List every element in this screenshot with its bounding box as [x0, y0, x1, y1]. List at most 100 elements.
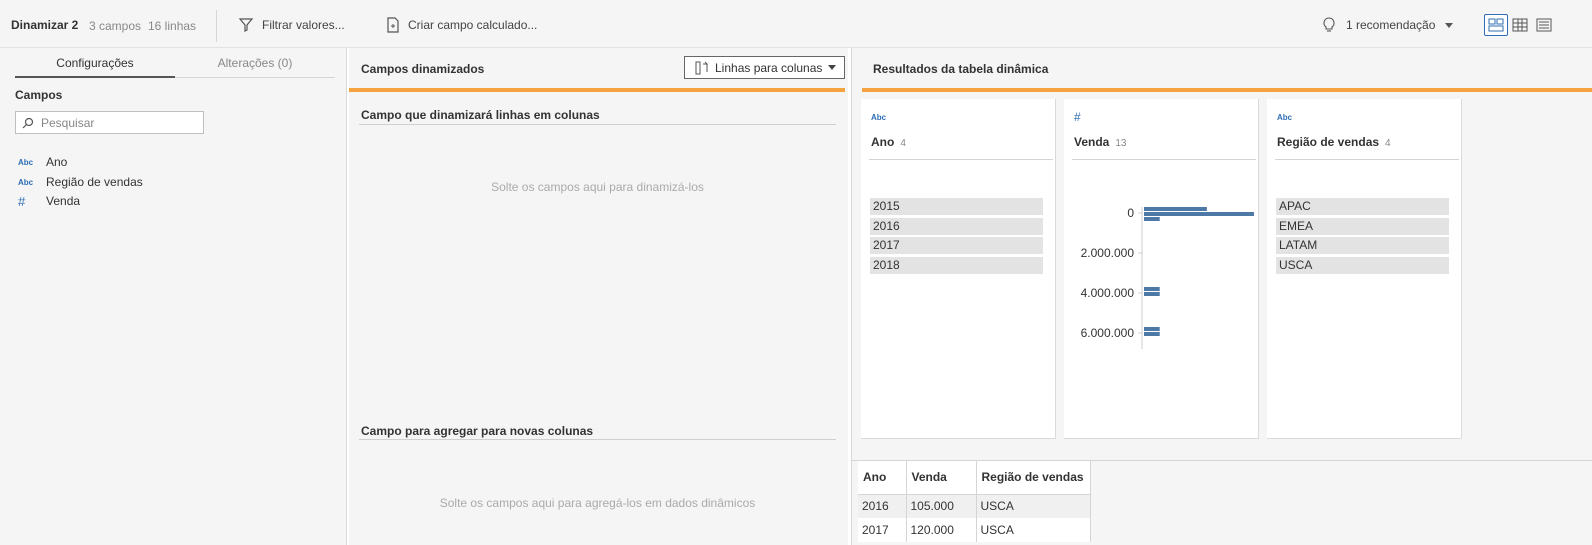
- field-name: Venda: [46, 194, 81, 208]
- toolbar-divider: [216, 10, 217, 42]
- table-cell: USCA: [976, 518, 1091, 542]
- pivot-mode-label: Linhas para colunas: [715, 60, 823, 75]
- view-switcher: [1484, 14, 1556, 36]
- histogram-bar[interactable]: [1144, 327, 1160, 331]
- profile-card-venda[interactable]: # Venda 13 0 2.000.000 4.000.000 6.000.000: [1064, 99, 1259, 439]
- search-input[interactable]: Pesquisar: [15, 111, 204, 134]
- table-row[interactable]: 2017 120.000 USCA: [858, 518, 1091, 542]
- card-divider: [1275, 159, 1459, 160]
- field-name: Região de vendas: [46, 175, 143, 189]
- string-type-icon: Abc: [18, 157, 34, 167]
- list-view-button[interactable]: [1532, 14, 1556, 36]
- table-cell: 120.000: [906, 518, 977, 542]
- pivoted-fields-pane: Campos dinamizados Linhas para colunas C…: [349, 48, 848, 545]
- settings-tabs: Configurações Alterações (0): [15, 54, 335, 78]
- field-item-ano[interactable]: Abc Ano: [18, 153, 67, 171]
- column-header[interactable]: Ano: [858, 461, 907, 495]
- histogram-tick-label: 0: [1127, 206, 1134, 220]
- value-item[interactable]: EMEA: [1276, 218, 1449, 235]
- histogram-tick-label: 2.000.000: [1081, 246, 1135, 260]
- histogram-bar[interactable]: [1144, 332, 1160, 336]
- column-header[interactable]: Região de vendas: [976, 461, 1091, 495]
- histogram-tick-label: 4.000.000: [1081, 286, 1135, 300]
- card-field-name: Região de vendas 4: [1277, 135, 1391, 149]
- step-title: Dinamizar 2: [11, 18, 79, 32]
- card-view-button[interactable]: [1484, 14, 1508, 36]
- aggregate-zone-title: Campo para agregar para novas colunas: [361, 424, 594, 438]
- filter-icon: [238, 18, 254, 32]
- list-view-icon: [1536, 18, 1552, 32]
- field-item-regiao[interactable]: Abc Região de vendas: [18, 173, 143, 191]
- recommendation-dropdown[interactable]: 1 recomendação: [1322, 12, 1454, 38]
- recommendation-label: 1 recomendação: [1346, 18, 1436, 32]
- card-divider: [869, 159, 1053, 160]
- pivot-icon: [695, 61, 709, 74]
- table-cell: USCA: [976, 494, 1091, 518]
- card-name-text: Venda: [1074, 135, 1110, 149]
- settings-pane: Configurações Alterações (0) Campos Pesq…: [0, 48, 347, 545]
- field-item-venda[interactable]: # Venda: [18, 192, 80, 210]
- filter-values-label: Filtrar valores...: [262, 18, 345, 32]
- table-view-button[interactable]: [1508, 14, 1532, 36]
- create-calculated-field-label: Criar campo calculado...: [408, 18, 538, 32]
- profile-card-ano[interactable]: Abc Ano 4 2015 2016 2017 2018: [861, 99, 1056, 439]
- value-item[interactable]: LATAM: [1276, 237, 1449, 254]
- tab-changes[interactable]: Alterações (0): [175, 56, 335, 70]
- table-cell: 2017: [858, 518, 907, 542]
- sales-histogram: 0 2.000.000 4.000.000 6.000.000: [1081, 206, 1254, 349]
- fields-heading: Campos: [15, 88, 63, 102]
- card-name-text: Região de vendas: [1277, 135, 1380, 149]
- data-grid-header: Ano Venda Região de vendas: [858, 461, 1091, 495]
- histogram-bar[interactable]: [1144, 207, 1207, 211]
- column-header[interactable]: Venda: [906, 461, 977, 495]
- pivot-zone-title: Campo que dinamizará linhas em colunas: [361, 108, 600, 122]
- lightbulb-icon: [1323, 17, 1335, 32]
- histogram-tick-label: 6.000.000: [1081, 326, 1135, 340]
- fields-count: 3 campos: [89, 19, 142, 33]
- string-type-icon: Abc: [1277, 113, 1293, 122]
- toolbar: Dinamizar 2 3 campos 16 linhas Filtrar v…: [0, 0, 1592, 48]
- active-tab-indicator: [15, 76, 175, 78]
- value-item[interactable]: 2017: [870, 237, 1043, 254]
- field-name: Ano: [46, 155, 68, 169]
- card-field-name: Venda 13: [1074, 135, 1126, 149]
- number-type-icon: #: [18, 193, 26, 209]
- card-count: 13: [1115, 138, 1127, 149]
- histogram-bar[interactable]: [1144, 292, 1160, 296]
- histogram-bar[interactable]: [1144, 217, 1160, 221]
- string-type-icon: Abc: [871, 113, 887, 122]
- calculated-field-icon: [387, 17, 399, 33]
- table-view-icon: [1512, 18, 1528, 32]
- filter-values-button[interactable]: Filtrar valores...: [238, 12, 345, 38]
- search-icon: [22, 117, 34, 128]
- pivot-mode-dropdown[interactable]: Linhas para colunas: [684, 56, 845, 79]
- search-placeholder: Pesquisar: [41, 115, 95, 130]
- table-row[interactable]: 2016 105.000 USCA: [858, 494, 1091, 518]
- pane-accent-bar: [862, 88, 1592, 92]
- profile-card-regiao[interactable]: Abc Região de vendas 4 APAC EMEA LATAM US…: [1267, 99, 1462, 439]
- table-cell: 2016: [858, 494, 907, 518]
- histogram-bar[interactable]: [1144, 212, 1254, 216]
- pivot-drop-zone[interactable]: Solte os campos aqui para dinamizá-los: [359, 180, 836, 194]
- chevron-down-icon: [828, 65, 837, 70]
- value-item[interactable]: APAC: [1276, 198, 1449, 215]
- card-count: 4: [900, 138, 906, 149]
- rows-count: 16 linhas: [148, 19, 197, 33]
- value-item[interactable]: 2018: [870, 257, 1043, 274]
- histogram-bar[interactable]: [1144, 287, 1160, 291]
- value-item[interactable]: 2015: [870, 198, 1043, 215]
- tab-settings[interactable]: Configurações: [15, 56, 175, 70]
- card-view-icon: [1488, 18, 1504, 32]
- pivoted-fields-title: Campos dinamizados: [361, 62, 485, 76]
- pivot-results-title: Resultados da tabela dinâmica: [873, 62, 1049, 76]
- value-item[interactable]: USCA: [1276, 257, 1449, 274]
- card-field-name: Ano 4: [871, 135, 906, 149]
- aggregate-drop-zone[interactable]: Solte os campos aqui para agregá-los em …: [359, 496, 836, 510]
- pane-accent-bar: [349, 88, 845, 92]
- zone-divider: [359, 124, 836, 125]
- chevron-down-icon: [1445, 22, 1454, 28]
- value-item[interactable]: 2016: [870, 218, 1043, 235]
- string-type-icon: Abc: [18, 177, 34, 187]
- card-name-text: Ano: [871, 135, 895, 149]
- create-calculated-field-button[interactable]: Criar campo calculado...: [386, 12, 537, 38]
